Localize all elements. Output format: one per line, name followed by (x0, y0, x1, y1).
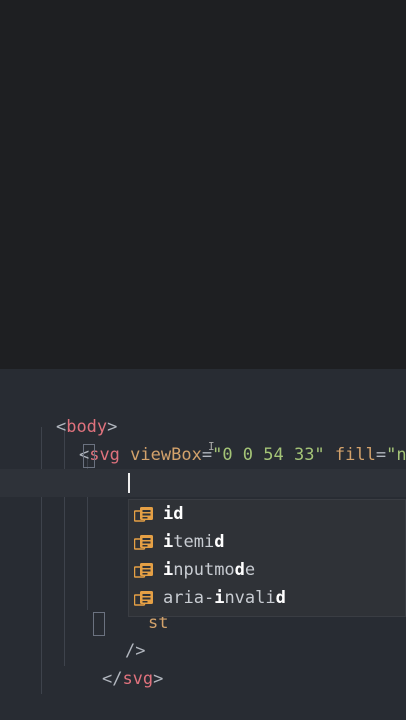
active-line-highlight (0, 469, 406, 497)
completion-label: itemid (163, 532, 225, 552)
code-line: <body> (15, 385, 117, 437)
token-punct: </ (101, 669, 123, 689)
attribute-icon (134, 591, 153, 606)
completion-item[interactable]: itemid (129, 528, 406, 556)
autocomplete-popup: id itemid inputmode aria-invalid (128, 499, 406, 617)
completion-label: aria-invalid (163, 588, 286, 608)
text-cursor (128, 473, 130, 493)
completion-item[interactable]: id (129, 500, 406, 528)
token-attr: fill (334, 445, 376, 465)
attribute-icon (134, 535, 153, 550)
attribute-icon (134, 507, 153, 522)
attribute-icon (134, 563, 153, 578)
completion-label: inputmode (163, 560, 256, 580)
code-line: </body> (15, 693, 128, 720)
completion-item[interactable]: aria-invalid (129, 584, 406, 612)
token-punct: = (375, 445, 387, 465)
token-string: "no (386, 445, 406, 465)
completion-label: id (163, 504, 184, 524)
code-line: <path (84, 441, 176, 493)
completion-item[interactable]: inputmode (129, 556, 406, 584)
token-punct: > (153, 669, 164, 689)
token-string: "0 0 54 33" (212, 445, 325, 465)
mouse-ibeam-icon: I (208, 440, 215, 453)
code-line: id (107, 469, 168, 521)
code-line: <svg viewBox="0 0 54 33" fill="no (38, 413, 406, 465)
top-pane (0, 0, 406, 369)
